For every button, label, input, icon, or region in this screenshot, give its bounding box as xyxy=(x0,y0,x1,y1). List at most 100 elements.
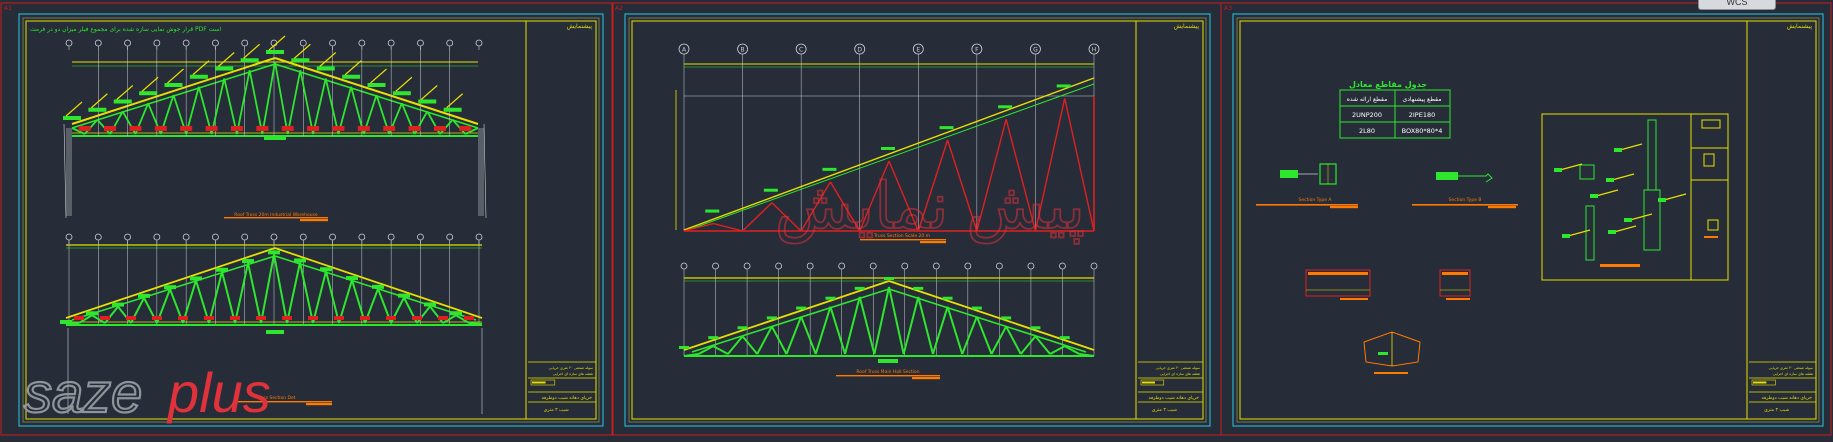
bolt-plate xyxy=(1614,148,1622,152)
purlin-clip xyxy=(320,267,332,272)
drawing-canvas: A1 A2 A3 پیشنمایش پیشنمایش پیشنمایش قرار… xyxy=(0,0,1833,438)
purlin-clip xyxy=(242,259,254,264)
purlin-clip xyxy=(63,116,81,120)
purlin-clip xyxy=(884,277,894,280)
node-gusset xyxy=(152,316,162,320)
purlin-clip xyxy=(112,302,124,307)
grid-bubble-letter: C xyxy=(799,47,803,54)
grid-bubble-letter: E xyxy=(916,47,920,54)
node-gusset xyxy=(256,126,269,131)
titleblock-logo-fill xyxy=(1142,381,1155,384)
purlin-clip xyxy=(418,99,437,104)
purlin-clip xyxy=(164,285,176,290)
node-gusset xyxy=(205,126,218,131)
purlin-clip xyxy=(1056,84,1071,88)
purlin-clip xyxy=(939,126,954,130)
logo-saze-text: saze xyxy=(24,361,142,424)
section-table-cell: 2IPE180 xyxy=(1409,111,1436,119)
purlin-clip xyxy=(766,316,777,320)
purlin-clip xyxy=(998,105,1013,109)
bolt-plate xyxy=(1624,218,1632,222)
purlin-clip xyxy=(450,311,462,316)
node-gusset xyxy=(100,316,110,320)
titleblock-project-line: نقشه های سازه ای اجرایی xyxy=(1160,372,1200,376)
purlin-clip xyxy=(913,286,924,290)
sheet-1-tag: A1 xyxy=(4,5,12,12)
sheet-3-tag: A3 xyxy=(1224,5,1232,12)
purlin-clip xyxy=(138,293,150,298)
grid-bubble-letter: G xyxy=(1033,47,1038,54)
sheet-2-corner-label: پیشنمایش xyxy=(1174,23,1200,30)
purlin-clip xyxy=(86,311,98,316)
node-gusset xyxy=(357,126,370,131)
purlin-clip xyxy=(346,276,358,281)
node-gusset xyxy=(383,126,396,131)
grid-bubble-letter: D xyxy=(857,47,862,54)
purlin-clip xyxy=(139,91,158,96)
node-gusset xyxy=(281,126,294,131)
node-gusset xyxy=(464,316,474,320)
purlin-clip xyxy=(1059,336,1070,340)
node-gusset xyxy=(230,316,240,320)
purlin-clip xyxy=(398,293,410,298)
purlin-clip xyxy=(164,83,183,87)
purlin-clip xyxy=(294,258,306,263)
titleblock-sheet-subtitle: شیب ۳ متری xyxy=(544,407,569,413)
purlin-clip xyxy=(367,83,386,87)
purlin-clip xyxy=(679,346,689,349)
titleblock-project-line: نقشه های سازه ای اجرایی xyxy=(553,372,593,376)
titleblock-sheet-title: خرپای دهانه شیب دوطرفه xyxy=(1149,396,1200,401)
bolt-plate xyxy=(1658,198,1666,202)
titleblock-sheet-title: خرپای دهانه شیب دوطرفه xyxy=(542,396,593,401)
node-gusset xyxy=(282,316,292,320)
sheet-1-note: قرار جوش نمایی سازه شده برای مجموع فیلر … xyxy=(30,26,222,33)
titleblock-sheet-subtitle: شیب ۳ متری xyxy=(1152,407,1177,413)
section-table-header-proposed: مقطع پیشنهادی xyxy=(1403,96,1442,103)
cad-viewport[interactable]: A1 A2 A3 پیشنمایش پیشنمایش پیشنمایش قرار… xyxy=(0,0,1833,438)
node-gusset xyxy=(412,316,422,320)
node-gusset xyxy=(230,126,243,131)
node-gusset xyxy=(180,126,193,131)
node-gusset xyxy=(178,316,188,320)
purlin-clip xyxy=(216,267,228,272)
node-gusset xyxy=(126,316,136,320)
svg-text:Section Type A: Section Type A xyxy=(1299,197,1333,203)
bolt-plate xyxy=(1590,194,1598,198)
purlin-clip xyxy=(316,66,335,71)
sheet-2-bearing-mark xyxy=(878,359,898,363)
purlin-clip xyxy=(443,107,462,112)
section-table-cell: 2UNP200 xyxy=(1352,111,1382,119)
grid-bubble-letter: B xyxy=(741,47,745,54)
purlin-clip xyxy=(372,284,384,289)
sheet-1-corner-label: پیشنمایش xyxy=(567,23,593,30)
bolt-plate xyxy=(1606,178,1614,182)
titleblock-project-line: نقشه های سازه ای اجرایی xyxy=(1773,372,1813,376)
purlin-clip xyxy=(796,306,807,310)
detail-label-bar xyxy=(1600,264,1640,267)
purlin-clip xyxy=(189,74,208,79)
node-gusset xyxy=(433,126,446,131)
svg-text:Roof Truss Main Hall Section: Roof Truss Main Hall Section xyxy=(856,369,919,375)
purlin-clip xyxy=(705,209,720,213)
bolt-plate xyxy=(1554,168,1562,172)
titleblock-project-line: سوله صنعتی ۲۰ متری خرپایی xyxy=(1769,366,1813,370)
purlin-clip xyxy=(113,99,132,104)
grid-bubble-letter: H xyxy=(1092,47,1097,54)
top-status-chip[interactable]: WCS xyxy=(1698,0,1776,10)
node-gusset xyxy=(308,316,318,320)
bearing-mark xyxy=(264,136,286,140)
node-gusset xyxy=(129,126,142,131)
purlin-clip xyxy=(190,276,202,281)
purlin-clip xyxy=(291,58,310,63)
purlin-clip xyxy=(268,250,280,255)
purlin-clip xyxy=(424,302,436,307)
section-table-cell: BOX80*80*4 xyxy=(1402,127,1443,135)
section-table-header-provided: مقطع ارائه شده xyxy=(1347,96,1388,103)
titleblock-logo-fill xyxy=(1753,381,1767,384)
purlin-clip xyxy=(825,296,836,300)
persian-watermark: پیش نمایش xyxy=(774,169,1086,245)
purlin-clip xyxy=(88,107,107,112)
svg-text:Section Type B: Section Type B xyxy=(1448,197,1481,203)
node-gusset xyxy=(438,316,448,320)
node-gusset xyxy=(332,126,345,131)
